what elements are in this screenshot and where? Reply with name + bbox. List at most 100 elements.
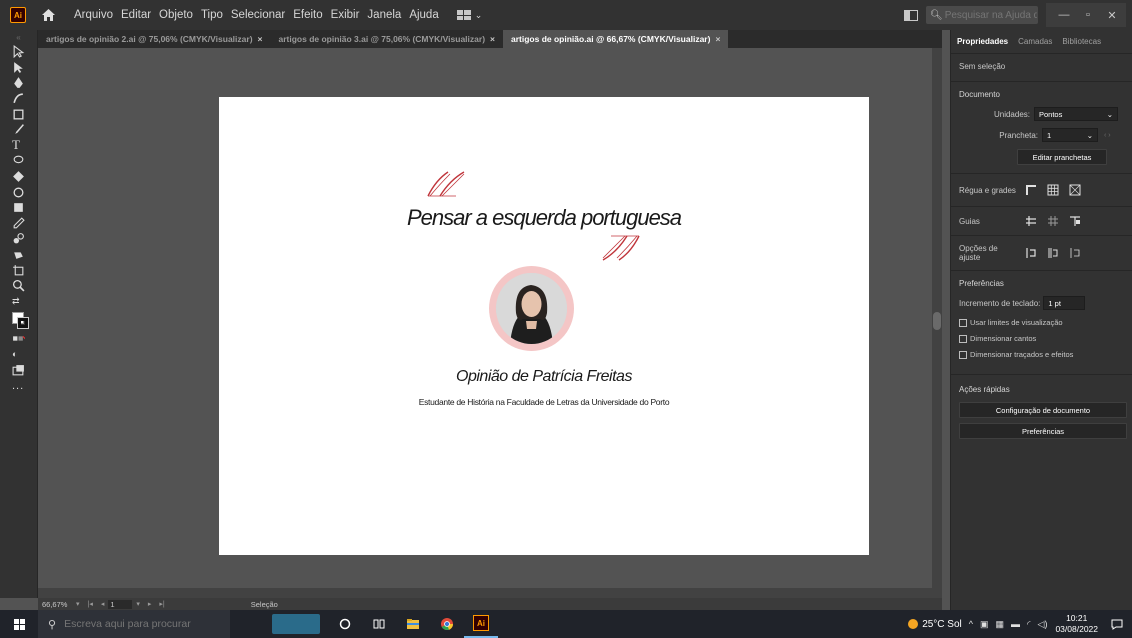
snap-to-point-icon[interactable] xyxy=(1025,247,1037,259)
toolbar-grip[interactable]: « xyxy=(0,30,37,44)
show-hidden-icons-icon[interactable]: ^ xyxy=(969,619,973,629)
prev-artboard-icon[interactable]: ◂ xyxy=(101,600,105,608)
clock[interactable]: 10:21 03/08/2022 xyxy=(1055,613,1098,635)
tab-camadas[interactable]: Camadas xyxy=(1018,37,1052,46)
ai-logo[interactable]: Ai xyxy=(10,7,26,23)
close-tab-icon[interactable]: × xyxy=(258,34,263,44)
close-tab-icon[interactable]: × xyxy=(715,34,720,44)
help-search[interactable]: 🔍︎ xyxy=(926,6,1038,24)
wifi-icon[interactable]: ◜ xyxy=(1027,619,1031,630)
checkbox[interactable] xyxy=(959,318,967,327)
snap-to-pixel-icon[interactable] xyxy=(1047,247,1059,259)
artboard-dropdown-icon[interactable]: ▾ xyxy=(136,600,140,608)
tab-propriedades[interactable]: Propriedades xyxy=(957,37,1008,46)
artboard-dropdown[interactable]: 1 ⌄ xyxy=(1042,128,1098,142)
workspace-switcher[interactable]: ⌄ xyxy=(456,10,482,21)
taskbar-search-input[interactable] xyxy=(64,618,215,630)
edit-artboards-button[interactable]: Editar pranchetas xyxy=(1017,149,1107,165)
last-artboard-icon[interactable]: ▸| xyxy=(159,600,164,608)
horizontal-scrollbar[interactable] xyxy=(38,588,942,598)
home-icon[interactable] xyxy=(40,7,56,23)
menu-arquivo[interactable]: Arquivo xyxy=(70,9,117,21)
menu-janela[interactable]: Janela xyxy=(363,9,405,21)
curvature-tool-icon[interactable] xyxy=(0,91,38,107)
close-icon[interactable]: ✕ xyxy=(1102,5,1122,25)
rulers-icon[interactable] xyxy=(1025,184,1037,196)
zoom-dropdown-icon[interactable]: ▾ xyxy=(76,600,80,608)
vertical-scrollbar[interactable] xyxy=(932,48,942,588)
tray-app-icon[interactable]: ▣ xyxy=(980,619,989,630)
grid-icon[interactable] xyxy=(1047,184,1059,196)
artboard-nav-arrows[interactable]: ‹ › xyxy=(1104,132,1124,139)
gradient-tool-icon[interactable] xyxy=(0,200,38,216)
next-artboard-icon[interactable]: ▸ xyxy=(148,600,152,608)
direct-selection-tool-icon[interactable] xyxy=(0,60,38,76)
illustrator-icon[interactable]: Ai xyxy=(464,610,498,638)
canvas-area[interactable]: Pensar a esquerda portuguesa Opinião de … xyxy=(38,48,942,598)
live-paint-tool-icon[interactable] xyxy=(0,247,38,263)
chrome-icon[interactable] xyxy=(430,610,464,638)
draw-mode-icon[interactable]: ◐ xyxy=(0,347,38,363)
tab-bibliotecas[interactable]: Bibliotecas xyxy=(1062,37,1101,46)
paintbrush-tool-icon[interactable] xyxy=(0,122,38,138)
show-guides-icon[interactable] xyxy=(1025,215,1037,227)
tab-document-2[interactable]: artigos de opinião 2.ai @ 75,06% (CMYK/V… xyxy=(38,30,271,48)
scale-corners-checkbox[interactable]: Dimensionar cantos xyxy=(959,334,1124,343)
menu-efeito[interactable]: Efeito xyxy=(289,9,326,21)
rectangle-tool-icon[interactable] xyxy=(0,106,38,122)
tray-app-icon-2[interactable]: ▦ xyxy=(996,619,1005,630)
tab-document-3[interactable]: artigos de opinião 3.ai @ 75,06% (CMYK/V… xyxy=(271,30,504,48)
units-dropdown[interactable]: Pontos ⌄ xyxy=(1034,107,1118,121)
shaper-tool-icon[interactable] xyxy=(0,169,38,185)
stroke-swatch[interactable] xyxy=(17,317,29,330)
vertical-scroll-thumb[interactable] xyxy=(933,312,941,330)
artboard-number[interactable]: 1 xyxy=(108,599,133,609)
artboard[interactable]: Pensar a esquerda portuguesa Opinião de … xyxy=(219,97,869,555)
menu-tipo[interactable]: Tipo xyxy=(197,9,227,21)
type-tool-icon[interactable]: T xyxy=(0,137,38,154)
more-tools-icon[interactable]: ... xyxy=(0,378,38,394)
swap-fill-stroke-icon[interactable]: ⇄ xyxy=(0,294,38,310)
start-button[interactable] xyxy=(0,610,38,638)
zoom-level[interactable]: 66,67% xyxy=(42,600,72,609)
keyboard-increment-input[interactable]: 1 pt xyxy=(1043,296,1086,310)
preferences-button[interactable]: Preferências xyxy=(959,423,1127,439)
smart-guides-icon[interactable] xyxy=(1069,215,1081,227)
snap-to-glyph-icon[interactable] xyxy=(1069,247,1081,259)
notifications-icon[interactable] xyxy=(1106,619,1128,630)
use-preview-bounds-checkbox[interactable]: Usar limites de visualização xyxy=(959,318,1124,327)
menu-objeto[interactable]: Objeto xyxy=(155,9,197,21)
checkbox[interactable] xyxy=(959,334,967,343)
lock-guides-icon[interactable] xyxy=(1047,215,1059,227)
tab-document-active[interactable]: artigos de opinião.ai @ 66,67% (CMYK/Vis… xyxy=(503,30,729,48)
news-widget-icon[interactable] xyxy=(272,614,320,634)
lasso-tool-icon[interactable] xyxy=(0,153,38,169)
screen-mode-icon[interactable] xyxy=(0,362,38,378)
scale-strokes-effects-checkbox[interactable]: Dimensionar traçados e efeitos xyxy=(959,350,1124,359)
task-view-icon[interactable] xyxy=(362,610,396,638)
eyedropper-tool-icon[interactable] xyxy=(0,216,38,232)
artboard-tool-icon[interactable] xyxy=(0,262,38,278)
maximize-icon[interactable]: ▫ xyxy=(1078,5,1098,25)
taskbar-search[interactable]: ⚲ xyxy=(38,610,230,638)
checkbox[interactable] xyxy=(959,350,967,359)
minimize-icon[interactable]: — xyxy=(1054,5,1074,25)
menu-exibir[interactable]: Exibir xyxy=(327,9,364,21)
file-explorer-icon[interactable] xyxy=(396,610,430,638)
zoom-tool-icon[interactable] xyxy=(0,278,38,294)
first-artboard-icon[interactable]: |◂ xyxy=(88,600,93,608)
document-setup-button[interactable]: Configuração de documento xyxy=(959,402,1127,418)
menu-selecionar[interactable]: Selecionar xyxy=(227,9,289,21)
volume-icon[interactable]: ◁) xyxy=(1038,619,1048,630)
rotate-tool-icon[interactable] xyxy=(0,184,38,200)
selection-tool-icon[interactable] xyxy=(0,44,38,60)
blend-tool-icon[interactable] xyxy=(0,231,38,247)
pen-tool-icon[interactable] xyxy=(0,75,38,91)
help-search-input[interactable] xyxy=(944,9,1037,21)
menu-editar[interactable]: Editar xyxy=(117,9,155,21)
fill-stroke-swatches[interactable] xyxy=(0,309,38,331)
battery-icon[interactable]: ▬ xyxy=(1011,619,1020,629)
menu-ajuda[interactable]: Ajuda xyxy=(405,9,442,21)
transparency-grid-icon[interactable] xyxy=(1069,184,1081,196)
weather-text[interactable]: 25°C Sol xyxy=(922,619,962,630)
